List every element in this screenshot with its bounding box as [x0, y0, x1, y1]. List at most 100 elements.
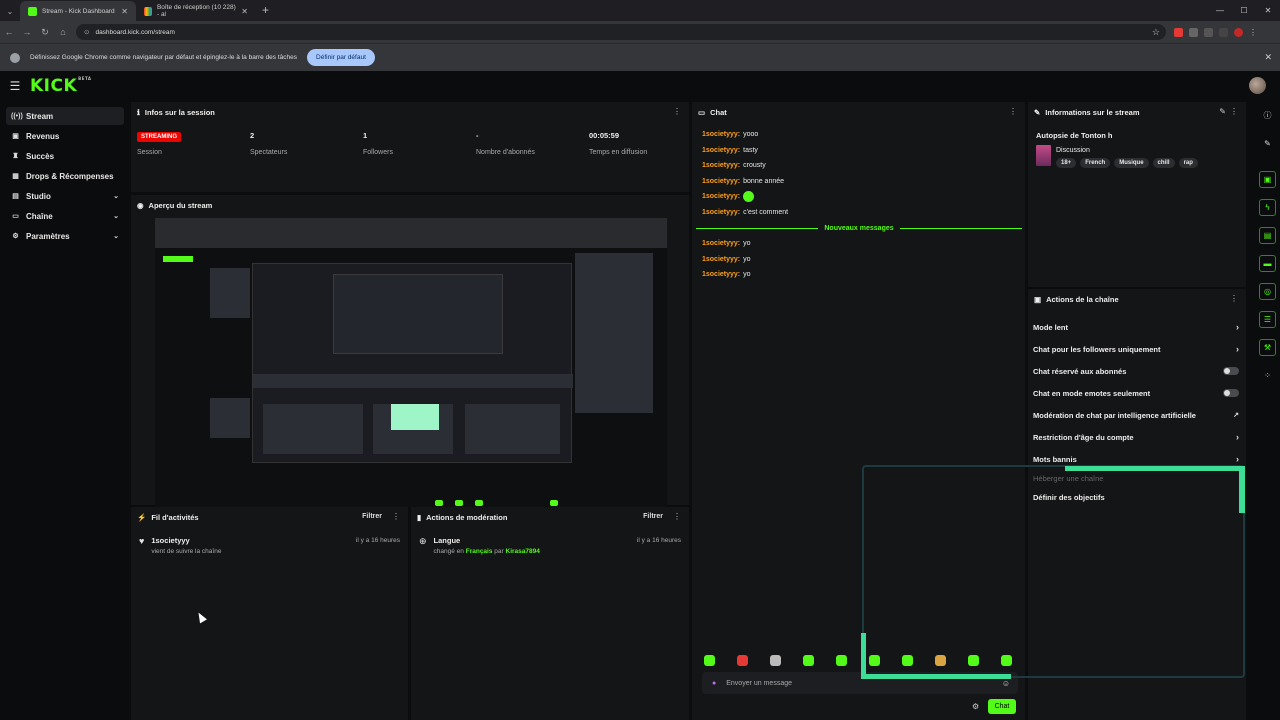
chevron-right-icon: › [1236, 344, 1239, 354]
site-info-icon[interactable]: ⊙ [84, 28, 89, 36]
chat-username[interactable]: 1societyyy: [702, 240, 740, 247]
apps-icon[interactable]: ⁘ [1259, 367, 1276, 384]
sidebar-item-revenus[interactable]: ▣ Revenus [6, 127, 124, 145]
moderation-by: par [494, 548, 504, 555]
new-tab-icon[interactable]: + [262, 1, 269, 21]
set-default-button[interactable]: Définir par défaut [307, 49, 375, 66]
tab-search-icon[interactable]: ⌄ [0, 1, 20, 21]
close-tab-icon[interactable]: ✕ [121, 7, 128, 16]
emote-icon[interactable] [836, 655, 847, 666]
wrench-icon[interactable]: ⚒ [1259, 339, 1276, 356]
avatar[interactable] [1249, 77, 1266, 94]
chat-username[interactable]: 1societyyy: [702, 162, 740, 169]
chat-text: yooo [743, 131, 759, 139]
action-age-restriction[interactable]: Restriction d'âge du compte › [1033, 426, 1239, 448]
forward-icon[interactable]: → [18, 27, 36, 37]
panel-menu-icon[interactable]: ⋮ [1230, 294, 1238, 303]
browser-tab-mail[interactable]: Boîte de réception (10 228) - al ✕ [136, 1, 256, 21]
edit-icon[interactable]: ✎ [1259, 135, 1276, 152]
info-icon: ℹ [137, 108, 140, 117]
emote-icon[interactable] [770, 655, 781, 666]
emoji-picker-icon[interactable]: ☺ [1002, 679, 1010, 688]
panel-title-text: Infos sur la session [144, 108, 215, 117]
widget-icon[interactable]: ▣ [1259, 171, 1276, 188]
extensions-puzzle-icon[interactable] [1204, 27, 1213, 37]
sidebar-item-parametres[interactable]: ⚙ Paramètres ⌄ [6, 227, 124, 245]
panel-menu-icon[interactable]: ⋮ [392, 512, 400, 521]
chat-icon: ▭ [698, 108, 706, 117]
chat-username[interactable]: 1societyyy: [702, 256, 740, 263]
extension-icon[interactable] [1189, 27, 1198, 37]
activity-user[interactable]: 1societyyy [151, 536, 221, 545]
maximize-icon[interactable]: ☐ [1232, 0, 1256, 20]
panel-menu-icon[interactable]: ⋮ [1230, 107, 1238, 116]
sidebar-item-succes[interactable]: ♜ Succès [6, 147, 124, 165]
chat-username[interactable]: 1societyyy: [702, 193, 740, 200]
chat-text: yo [743, 255, 751, 263]
sidebar-item-studio[interactable]: ▤ Studio ⌄ [6, 187, 124, 205]
emote-icon[interactable] [803, 655, 814, 666]
moderation-actions-panel: ▮ Actions de modération Filtrer ⋮ ⊕ Langu… [411, 507, 689, 720]
url-field[interactable]: ⊙ dashboard.kick.com/stream ☆ [76, 24, 1166, 40]
action-followers-only[interactable]: Chat pour les followers uniquement › [1033, 338, 1239, 360]
edit-icon[interactable]: ✎ [1219, 107, 1226, 116]
hamburger-menu-icon[interactable]: ☰ [0, 79, 30, 93]
stream-preview-video[interactable] [155, 218, 667, 507]
tag: French [1080, 158, 1111, 168]
kick-logo[interactable]: KICKBETA [30, 76, 91, 96]
activity-icon: ⚡ [137, 513, 147, 522]
emote-icon[interactable] [737, 655, 748, 666]
panel-menu-icon[interactable]: ⋮ [1009, 107, 1017, 116]
stream-preview-panel: ◉ Aperçu du stream [131, 195, 689, 507]
account-icon[interactable] [1234, 27, 1243, 37]
minimize-icon[interactable]: — [1208, 0, 1232, 20]
emote-icon[interactable] [704, 655, 715, 666]
chat-username[interactable]: 1societyyy: [702, 131, 740, 138]
back-icon[interactable]: ← [0, 27, 18, 37]
profile-icon[interactable] [1219, 27, 1228, 37]
browser-tab-kick[interactable]: Stream - Kick Dashboard ✕ [20, 1, 136, 21]
home-icon[interactable]: ⌂ [54, 27, 72, 37]
list-item: ♥ 1societyyy vient de suivre la chaîne [139, 536, 221, 555]
action-ai-moderation[interactable]: Modération de chat par intelligence arti… [1033, 404, 1239, 426]
chat-settings-gear-icon[interactable]: ⚙ [972, 702, 979, 711]
chevron-down-icon: ⌄ [113, 233, 119, 240]
close-infobar-icon[interactable]: ✕ [1264, 52, 1272, 63]
stat-followers: 1 Followers [363, 131, 476, 156]
panel-menu-icon[interactable]: ⋮ [673, 107, 681, 116]
panel-menu-icon[interactable]: ⋮ [673, 512, 681, 521]
close-window-icon[interactable]: ✕ [1256, 0, 1280, 20]
send-chat-button[interactable]: Chat [988, 699, 1016, 714]
filter-button[interactable]: Filtrer [643, 513, 663, 520]
menu-kebab-icon[interactable]: ⋮ [1249, 28, 1257, 37]
lightning-icon[interactable]: ϟ [1259, 199, 1276, 216]
chat-username[interactable]: 1societyyy: [702, 271, 740, 278]
close-tab-icon[interactable]: ✕ [241, 7, 248, 16]
sidebar-item-chaine[interactable]: ▭ Chaîne ⌄ [6, 207, 124, 225]
stream-title: Autopsie de Tonton h [1036, 131, 1113, 140]
extension-icon[interactable] [1174, 27, 1183, 37]
subscribers-only-toggle[interactable] [1223, 367, 1239, 375]
filter-button[interactable]: Filtrer [362, 513, 382, 520]
category-name[interactable]: Discussion [1056, 147, 1198, 154]
chat-username[interactable]: 1societyyy: [702, 209, 740, 216]
list-icon[interactable]: ☰ [1259, 311, 1276, 328]
chat-placeholder: Envoyer un message [726, 679, 792, 687]
sidebar-item-stream[interactable]: ((•)) Stream [6, 107, 124, 125]
emotes-only-toggle[interactable] [1223, 389, 1239, 397]
action-mode-lent[interactable]: Mode lent › [1033, 316, 1239, 338]
bookmark-star-icon[interactable]: ☆ [1152, 27, 1160, 38]
chat-bubble-icon[interactable]: ▬ [1259, 255, 1276, 272]
document-icon[interactable]: ▤ [1259, 227, 1276, 244]
reload-icon[interactable]: ↻ [36, 27, 54, 38]
eye-icon: ◉ [137, 201, 144, 210]
action-label: Chat pour les followers uniquement [1033, 344, 1161, 354]
broadcast-icon[interactable]: ◎ [1259, 283, 1276, 300]
moderator-name[interactable]: Kirasa7894 [506, 548, 540, 555]
microphone-icon[interactable]: ● [712, 680, 716, 687]
info-icon[interactable]: ⓘ [1259, 107, 1276, 124]
chat-username[interactable]: 1societyyy: [702, 178, 740, 185]
chat-username[interactable]: 1societyyy: [702, 147, 740, 154]
default-browser-infobar: Définissez Google Chrome comme navigateu… [0, 43, 1280, 71]
sidebar-item-drops[interactable]: ▦ Drops & Récompenses [6, 167, 124, 185]
